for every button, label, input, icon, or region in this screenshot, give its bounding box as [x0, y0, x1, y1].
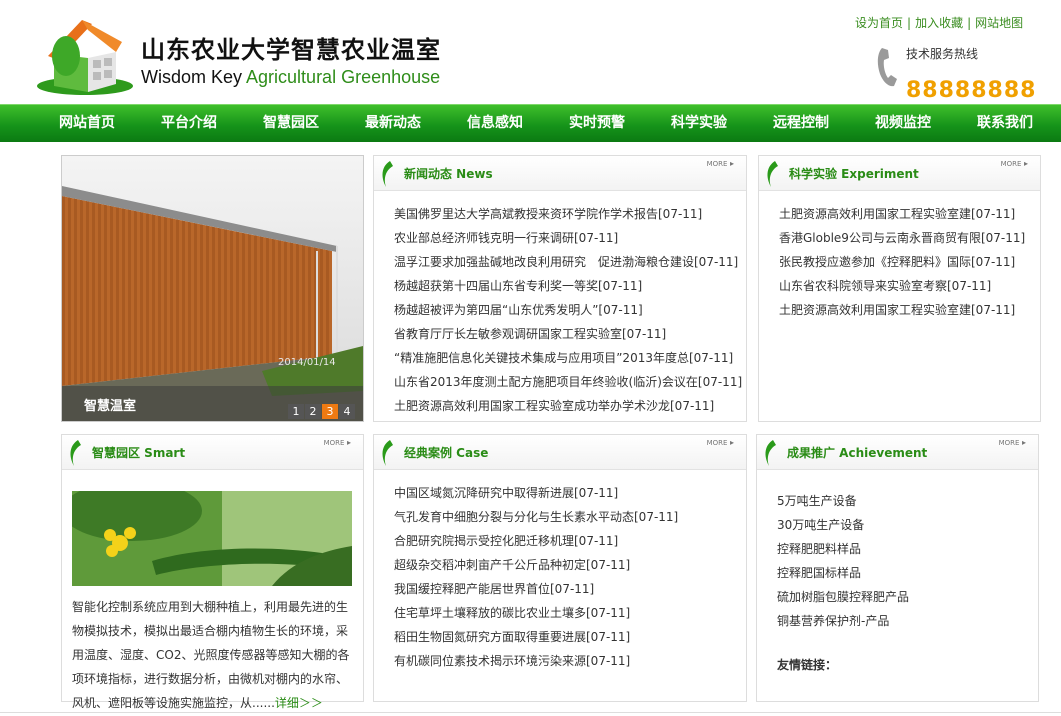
nav-info-sensing[interactable]: 信息感知 — [467, 105, 523, 142]
case-list: 中国区域氮沉降研究中取得新进展[07-11] 气孔发育中细胞分裂与分化与生长素水… — [394, 481, 678, 673]
sitemap-link[interactable]: 网站地图 — [975, 16, 1023, 30]
cucumber-photo — [72, 491, 352, 586]
add-favorite-link[interactable]: 加入收藏 — [915, 16, 963, 30]
slider-caption-bar: 智慧温室 1234 — [62, 386, 363, 421]
experiment-item[interactable]: 山东省农科院领导来实验室考察[07-11] — [779, 274, 1025, 298]
news-item[interactable]: 杨越超获第十四届山东省专利奖一等奖[07-11] — [394, 274, 742, 298]
nav-smart-park[interactable]: 智慧园区 — [263, 105, 319, 142]
separator: | — [907, 16, 912, 30]
smart-title: 智慧园区 Smart — [92, 446, 186, 460]
site-title-cn: 山东农业大学智慧农业温室 — [141, 36, 441, 64]
slider-page-3-active[interactable]: 3 — [322, 404, 338, 419]
case-more-link[interactable]: MORE — [707, 438, 734, 447]
smart-detail-link[interactable]: 详细＞＞ — [275, 696, 323, 710]
title-en-part2: Agricultural Greenhouse — [246, 67, 441, 87]
footer-divider — [0, 712, 1061, 713]
experiment-item[interactable]: 土肥资源高效利用国家工程实验室建[07-11] — [779, 298, 1025, 322]
case-item[interactable]: 有机碳同位素技术揭示环境污染来源[07-11] — [394, 649, 678, 673]
experiment-item[interactable]: 张民教授应邀参加《控释肥料》国际[07-11] — [779, 250, 1025, 274]
slider-page-4[interactable]: 4 — [339, 404, 355, 419]
nav-latest-news[interactable]: 最新动态 — [365, 105, 421, 142]
hotline-label: 技术服务热线 — [906, 47, 979, 61]
achievement-item[interactable]: 30万吨生产设备 — [777, 513, 909, 537]
case-title: 经典案例 Case — [404, 446, 489, 460]
case-item[interactable]: 中国区域氮沉降研究中取得新进展[07-11] — [394, 481, 678, 505]
nav-remote-control[interactable]: 远程控制 — [773, 105, 829, 142]
title-en-part1: Wisdom Key — [141, 67, 247, 87]
leaf-icon — [765, 440, 776, 466]
news-title: 新闻动态 News — [404, 167, 493, 181]
leaf-icon — [382, 161, 393, 187]
news-item[interactable]: 美国佛罗里达大学高斌教授来资环学院作学术报告[07-11] — [394, 202, 742, 226]
phone-icon — [877, 48, 897, 87]
news-more-link[interactable]: MORE — [707, 159, 734, 168]
smart-description: 智能化控制系统应用到大棚种植上，利用最先进的生物模拟技术，模拟出最适合棚内植物生… — [72, 595, 354, 715]
slider-caption: 智慧温室 — [84, 399, 137, 414]
case-item[interactable]: 超级杂交稻冲刺亩产千公斤品种初定[07-11] — [394, 553, 678, 577]
achievement-item[interactable]: 铜基营养保护剂-产品 — [777, 609, 909, 633]
friend-links-label: 友情链接： — [777, 658, 838, 672]
site-header: 山东农业大学智慧农业温室 Wisdom Key Agricultural Gre… — [0, 0, 1061, 104]
achievement-more-link[interactable]: MORE — [999, 438, 1026, 447]
slider-page-2[interactable]: 2 — [305, 404, 321, 419]
experiment-panel: 科学实验 Experiment MORE 土肥资源高效利用国家工程实验室建[07… — [758, 155, 1041, 422]
experiment-more-link[interactable]: MORE — [1001, 159, 1028, 168]
case-item[interactable]: 气孔发育中细胞分裂与分化与生长素水平动态[07-11] — [394, 505, 678, 529]
experiment-item[interactable]: 香港Globle9公司与云南永晋商贸有限[07-11] — [779, 226, 1025, 250]
news-list: 美国佛罗里达大学高斌教授来资环学院作学术报告[07-11] 农业部总经济师钱克明… — [394, 202, 742, 418]
slider-page-1[interactable]: 1 — [288, 404, 304, 419]
experiment-list: 土肥资源高效利用国家工程实验室建[07-11] 香港Globle9公司与云南永晋… — [779, 202, 1025, 322]
achievement-item[interactable]: 5万吨生产设备 — [777, 489, 909, 513]
leaf-icon — [382, 440, 393, 466]
greenhouse-logo-icon — [37, 20, 133, 95]
news-item[interactable]: 农业部总经济师钱克明一行来调研[07-11] — [394, 226, 742, 250]
top-links: 设为首页 | 加入收藏 | 网站地图 — [855, 14, 1023, 31]
news-item[interactable]: 温孚江要求加强盐碱地改良利用研究 促进渤海粮仓建设[07-11] — [394, 250, 742, 274]
case-item[interactable]: 住宅草坪土壤释放的碳比农业土壤多[07-11] — [394, 601, 678, 625]
news-item[interactable]: 杨越超被评为第四届“山东优秀发明人”[07-11] — [394, 298, 742, 322]
nav-platform-intro[interactable]: 平台介绍 — [161, 105, 217, 142]
nav-home[interactable]: 网站首页 — [59, 105, 115, 142]
experiment-item[interactable]: 土肥资源高效利用国家工程实验室建[07-11] — [779, 202, 1025, 226]
case-item[interactable]: 合肥研究院揭示受控化肥迁移机理[07-11] — [394, 529, 678, 553]
slider-pager: 1234 — [287, 400, 355, 419]
achievement-title: 成果推广 Achievement — [787, 446, 928, 460]
leaf-icon — [767, 161, 778, 187]
site-title-en: Wisdom Key Agricultural Greenhouse — [141, 67, 440, 88]
set-homepage-link[interactable]: 设为首页 — [855, 16, 903, 30]
achievement-list: 5万吨生产设备 30万吨生产设备 控释肥肥料样品 控释肥国标样品 硫加树脂包膜控… — [777, 489, 909, 633]
case-item[interactable]: 我国缓控释肥产能居世界首位[07-11] — [394, 577, 678, 601]
case-item[interactable]: 稻田生物固氮研究方面取得重要进展[07-11] — [394, 625, 678, 649]
smart-more-link[interactable]: MORE — [324, 438, 351, 447]
news-item[interactable]: “精准施肥信息化关键技术集成与应用项目”2013年度总[07-11] — [394, 346, 742, 370]
greenhouse-wall-photo — [62, 156, 363, 421]
achievement-panel-header: 成果推广 Achievement MORE — [757, 435, 1038, 470]
smart-panel-header: 智慧园区 Smart MORE — [62, 435, 363, 470]
achievement-item[interactable]: 控释肥肥料样品 — [777, 537, 909, 561]
achievement-item[interactable]: 控释肥国标样品 — [777, 561, 909, 585]
nav-realtime-alert[interactable]: 实时预警 — [569, 105, 625, 142]
case-panel: 经典案例 Case MORE 中国区域氮沉降研究中取得新进展[07-11] 气孔… — [373, 434, 747, 702]
news-item[interactable]: 山东省2013年度测土配方施肥项目年终验收(临沂)会议在[07-11] — [394, 370, 742, 394]
experiment-title: 科学实验 Experiment — [789, 167, 919, 181]
separator: | — [967, 16, 972, 30]
nav-video-monitor[interactable]: 视频监控 — [875, 105, 931, 142]
news-panel-header: 新闻动态 News MORE — [374, 156, 746, 191]
smart-park-panel: 智慧园区 Smart MORE 智能化控制系统应用到大棚种植上，利用最先进的生物… — [61, 434, 364, 710]
main-nav: 网站首页 平台介绍 智慧园区 最新动态 信息感知 实时预警 科学实验 远程控制 … — [0, 104, 1061, 142]
smart-text: 智能化控制系统应用到大棚种植上，利用最先进的生物模拟技术，模拟出最适合棚内植物生… — [72, 600, 350, 710]
news-panel: 新闻动态 News MORE 美国佛罗里达大学高斌教授来资环学院作学术报告[07… — [373, 155, 747, 422]
photo-date-stamp: 2014/01/14 — [278, 357, 336, 368]
experiment-panel-header: 科学实验 Experiment MORE — [759, 156, 1040, 191]
hotline-number: 88888888 — [906, 78, 1037, 103]
nav-science-experiment[interactable]: 科学实验 — [671, 105, 727, 142]
achievement-panel: 成果推广 Achievement MORE 5万吨生产设备 30万吨生产设备 控… — [756, 434, 1039, 702]
news-item[interactable]: 省教育厅厅长左敏参观调研国家工程实验室[07-11] — [394, 322, 742, 346]
case-panel-header: 经典案例 Case MORE — [374, 435, 746, 470]
image-slider[interactable]: 2014/01/14 智慧温室 1234 — [61, 155, 364, 422]
achievement-item[interactable]: 硫加树脂包膜控释肥产品 — [777, 585, 909, 609]
news-item[interactable]: 土肥资源高效利用国家工程实验室成功举办学术沙龙[07-11] — [394, 394, 742, 418]
leaf-icon — [70, 440, 81, 466]
nav-contact[interactable]: 联系我们 — [977, 105, 1033, 142]
